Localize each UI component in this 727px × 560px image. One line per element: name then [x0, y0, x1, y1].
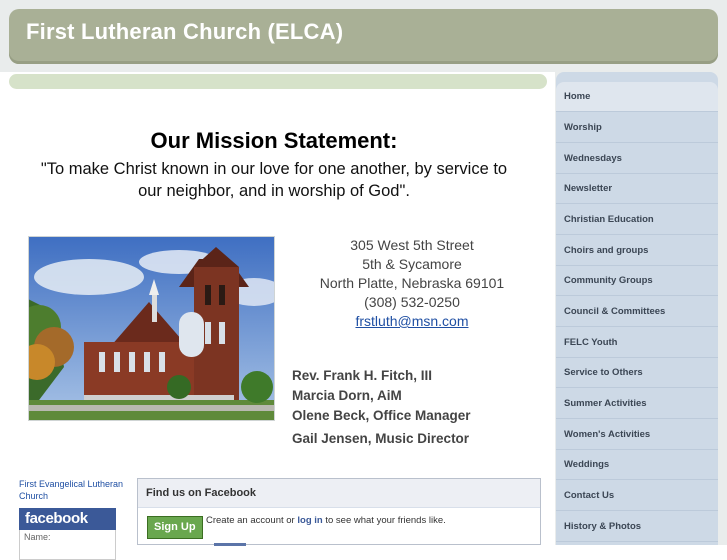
content-top-bar	[9, 74, 547, 89]
nav-item-home[interactable]: Home	[556, 82, 718, 112]
nav-item-womens-activities[interactable]: Women's Activities	[556, 420, 718, 450]
nav-item-summer-activities[interactable]: Summer Activities	[556, 389, 718, 419]
address-street: 305 West 5th Street	[350, 237, 474, 253]
staff-pastor: Rev. Frank H. Fitch, III	[292, 368, 433, 383]
nav-item-weddings[interactable]: Weddings	[556, 450, 718, 480]
nav-item-council-committees[interactable]: Council & Committees	[556, 297, 718, 327]
facebook-create-suffix: to see what your friends like.	[325, 515, 446, 526]
nav-item-choirs-and-groups[interactable]: Choirs and groups	[556, 236, 718, 266]
address-cross-streets: 5th & Sycamore	[362, 256, 462, 272]
address-city: North Platte, Nebraska 69101	[319, 275, 505, 291]
nav-item-worship[interactable]: Worship	[556, 113, 718, 143]
facebook-create-prefix: Create an account or	[206, 515, 295, 526]
nav-item-history-photos[interactable]: History & Photos	[556, 512, 718, 542]
mission-title: Our Mission Statement:	[150, 128, 398, 153]
facebook-name-label: Name:	[24, 532, 51, 542]
mission-statement: "To make Christ known in our love for on…	[20, 158, 528, 202]
facebook-badge: First Evangelical Lutheran Church facebo…	[19, 478, 124, 560]
nav-item-newsletter[interactable]: Newsletter	[556, 174, 718, 204]
staff-music-director: Gail Jensen, Music Director	[292, 431, 470, 446]
nav-item-service-to-others[interactable]: Service to Others	[556, 358, 718, 388]
mission-line-1: "To make Christ known in our love for on…	[40, 160, 508, 178]
facebook-box-header: Find us on Facebook	[138, 479, 540, 508]
facebook-login-link[interactable]: log in	[297, 515, 322, 526]
facebook-logo[interactable]: facebook	[19, 508, 116, 530]
church-photo	[28, 236, 275, 421]
email-link[interactable]: frstluth@msn.com	[355, 313, 468, 329]
site-header: First Lutheran Church (ELCA)	[9, 9, 718, 64]
nav-item-community-groups[interactable]: Community Groups	[556, 266, 718, 296]
facebook-badge-name: Name:	[19, 530, 116, 560]
staff-office-manager: Olene Beck, Office Manager	[292, 408, 471, 423]
church-address: 305 West 5th Street 5th & Sycamore North…	[300, 236, 524, 331]
sidebar-nav: Home Worship Wednesdays Newsletter Chris…	[556, 72, 718, 545]
facebook-create-account-text: Create an account or log in to see what …	[206, 515, 446, 526]
facebook-badge-org-name[interactable]: First Evangelical Lutheran Church	[19, 478, 124, 502]
facebook-like-box: Find us on Facebook Sign Up Create an ac…	[137, 478, 541, 546]
nav-item-wednesdays[interactable]: Wednesdays	[556, 144, 718, 174]
nav-item-christian-education[interactable]: Christian Education	[556, 205, 718, 235]
staff-aim: Marcia Dorn, AiM	[292, 388, 402, 403]
nav-item-felc-youth[interactable]: FELC Youth	[556, 328, 718, 358]
staff-list: Rev. Frank H. Fitch, III Marcia Dorn, Ai…	[292, 366, 532, 449]
site-title: First Lutheran Church (ELCA)	[26, 19, 344, 44]
church-photo-image	[29, 237, 274, 420]
mission-line-2: our neighbor, and in worship of God".	[138, 182, 410, 200]
facebook-signup-button[interactable]: Sign Up	[147, 516, 203, 539]
address-phone: (308) 532-0250	[364, 294, 460, 310]
nav-item-contact-us[interactable]: Contact Us	[556, 481, 718, 511]
